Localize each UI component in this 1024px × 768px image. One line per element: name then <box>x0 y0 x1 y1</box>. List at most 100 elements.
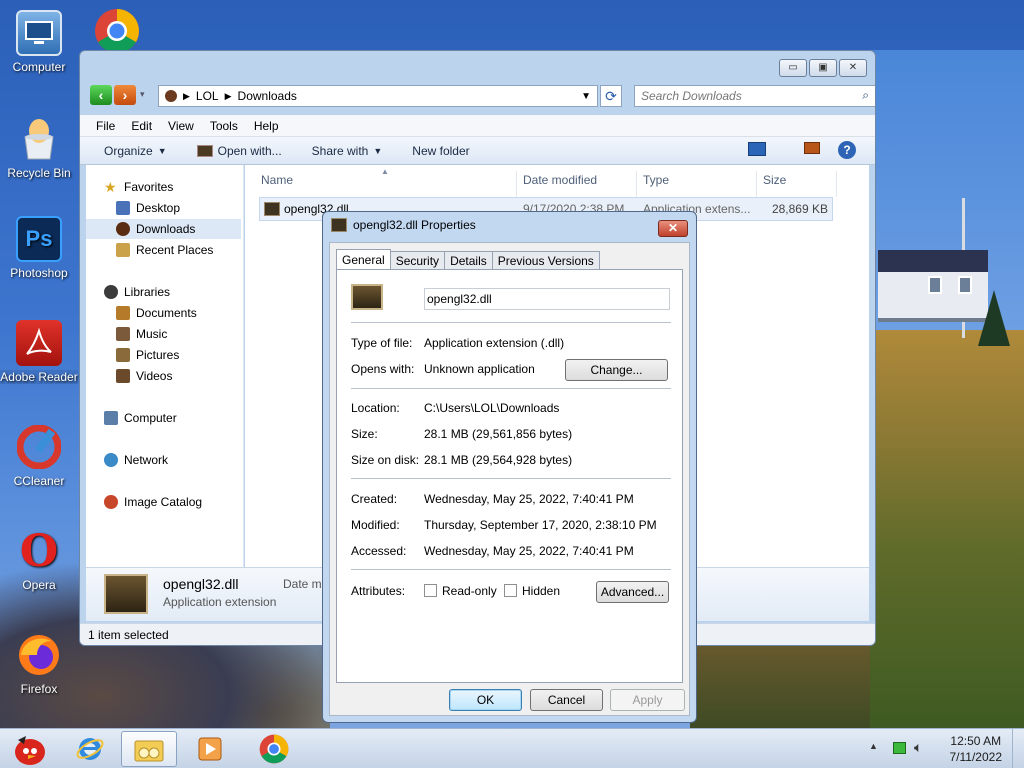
ccleaner-icon <box>16 424 62 470</box>
nav-videos[interactable]: Videos <box>116 366 172 386</box>
taskbar-media-player[interactable] <box>182 731 238 767</box>
nav-pictures[interactable]: Pictures <box>116 345 179 365</box>
menu-help[interactable]: Help <box>254 119 279 133</box>
share-with-button[interactable]: Share with ▼ <box>312 144 383 158</box>
column-header-date-modified[interactable]: Date modified <box>517 171 637 197</box>
arrow-left-icon: ‹ <box>98 87 104 103</box>
help-button[interactable]: ? <box>838 141 856 159</box>
desktop-icon-opera[interactable]: O Opera <box>0 526 78 593</box>
search-input[interactable]: Search Downloads ⌕ <box>634 85 875 107</box>
nav-recent-places[interactable]: Recent Places <box>116 240 213 260</box>
dll-file-icon <box>196 144 213 157</box>
close-icon: ✕ <box>667 221 679 235</box>
nav-image-catalog[interactable]: Image Catalog <box>104 492 202 512</box>
clock[interactable]: 12:50 AM 7/11/2022 <box>950 733 1003 765</box>
desktop-icon-computer[interactable]: Computer <box>0 10 78 74</box>
hidden-label[interactable]: Hidden <box>522 584 560 598</box>
nav-computer[interactable]: Computer <box>104 408 177 428</box>
dialog-close-button[interactable]: ✕ <box>658 220 688 237</box>
organize-button[interactable]: Organize ▼ <box>104 144 167 158</box>
breadcrumb-item-downloads[interactable]: Downloads <box>238 89 297 103</box>
close-button[interactable]: ✕ <box>839 59 867 77</box>
address-bar[interactable]: ▶ LOL ▶ Downloads ▼ <box>158 85 598 107</box>
new-folder-button[interactable]: New folder <box>412 144 469 158</box>
forward-button[interactable]: › <box>114 85 136 105</box>
maximize-button[interactable]: ▣ <box>809 59 837 77</box>
nav-favorites[interactable]: ★ Favorites <box>104 177 173 197</box>
wallpaper-meadow <box>860 330 1024 728</box>
readonly-label[interactable]: Read-only <box>442 584 497 598</box>
nav-libraries[interactable]: Libraries <box>104 282 170 302</box>
menu-view[interactable]: View <box>168 119 194 133</box>
ok-button[interactable]: OK <box>449 689 522 711</box>
help-icon: ? <box>843 143 851 157</box>
menu-file[interactable]: File <box>96 119 115 133</box>
minimize-button[interactable]: ▭ <box>779 59 807 77</box>
volume-icon[interactable]: 🔈︎ <box>914 739 922 756</box>
network-icon <box>104 453 118 467</box>
tab-general[interactable]: General <box>336 249 391 271</box>
change-button[interactable]: Change... <box>565 359 668 381</box>
taskbar: ▲ 🔈︎ 12:50 AM 7/11/2022 <box>0 728 1024 768</box>
open-with-button[interactable]: Open with... <box>196 144 282 158</box>
back-button[interactable]: ‹ <box>90 85 112 105</box>
nav-downloads[interactable]: Downloads <box>86 219 241 239</box>
star-icon: ★ <box>104 179 117 195</box>
column-header-type[interactable]: Type <box>637 171 757 197</box>
libraries-icon <box>104 285 118 299</box>
menu-tools[interactable]: Tools <box>210 119 238 133</box>
music-icon <box>116 327 130 341</box>
computer-icon <box>16 10 62 56</box>
taskbar-windows-explorer[interactable] <box>121 731 177 767</box>
taskbar-chrome[interactable] <box>246 731 302 767</box>
separator <box>351 569 671 570</box>
nav-desktop[interactable]: Desktop <box>116 198 180 218</box>
dll-file-icon <box>331 218 347 232</box>
tab-strip: General Security Details Previous Versio… <box>336 249 600 271</box>
tab-security[interactable]: Security <box>389 251 446 270</box>
nav-documents[interactable]: Documents <box>116 303 197 323</box>
desktop-icon-adobe-reader[interactable]: Adobe Reader <box>0 320 78 384</box>
media-player-icon <box>198 737 222 761</box>
show-desktop-button[interactable] <box>1012 729 1024 768</box>
wallpaper-tree <box>978 290 1010 346</box>
dialog-titlebar[interactable]: opengl32.dll Properties <box>331 218 476 232</box>
preview-pane-button[interactable] <box>804 142 820 154</box>
filename-field[interactable]: opengl32.dll <box>424 288 670 310</box>
separator <box>351 388 671 389</box>
apply-button[interactable]: Apply <box>610 689 685 711</box>
explorer-titlebar[interactable]: ▭ ▣ ✕ <box>80 51 875 83</box>
network-tray-icon[interactable] <box>893 742 906 754</box>
readonly-checkbox[interactable] <box>424 584 437 597</box>
desktop-icon-ccleaner[interactable]: CCleaner <box>0 424 78 488</box>
videos-icon <box>116 369 130 383</box>
show-hidden-icons-button[interactable]: ▲ <box>869 741 878 751</box>
column-header-name[interactable]: Name ▲ <box>255 167 517 197</box>
chevron-down-icon[interactable]: ▼ <box>581 91 591 102</box>
hidden-checkbox[interactable] <box>504 584 517 597</box>
clock-date: 7/11/2022 <box>949 750 1003 764</box>
start-button[interactable] <box>0 731 60 767</box>
menu-edit[interactable]: Edit <box>131 119 152 133</box>
refresh-button[interactable]: ⟳ <box>600 85 622 107</box>
windows-explorer-icon <box>134 740 164 762</box>
wallpaper-house-window <box>928 276 942 294</box>
breadcrumb-item-lol[interactable]: LOL <box>196 89 219 103</box>
tab-details[interactable]: Details <box>444 251 493 270</box>
desktop-icon-recycle-bin[interactable]: Recycle Bin <box>0 116 78 180</box>
recent-pages-button[interactable]: ▾ <box>140 89 145 100</box>
desktop-icon-firefox[interactable]: Firefox <box>0 632 78 696</box>
folder-icon <box>165 90 177 102</box>
desktop-icon-label: CCleaner <box>13 474 65 488</box>
tab-previous-versions[interactable]: Previous Versions <box>491 251 600 270</box>
details-file-type: Application extension <box>163 595 277 609</box>
change-view-button[interactable] <box>748 142 766 156</box>
advanced-button[interactable]: Advanced... <box>596 581 669 603</box>
internet-explorer-icon <box>76 738 104 760</box>
cancel-button[interactable]: Cancel <box>530 689 603 711</box>
nav-network[interactable]: Network <box>104 450 168 470</box>
nav-music[interactable]: Music <box>116 324 167 344</box>
desktop-icon-photoshop[interactable]: Ps Photoshop <box>0 216 78 280</box>
column-header-size[interactable]: Size <box>757 171 837 197</box>
taskbar-internet-explorer[interactable] <box>62 731 118 767</box>
